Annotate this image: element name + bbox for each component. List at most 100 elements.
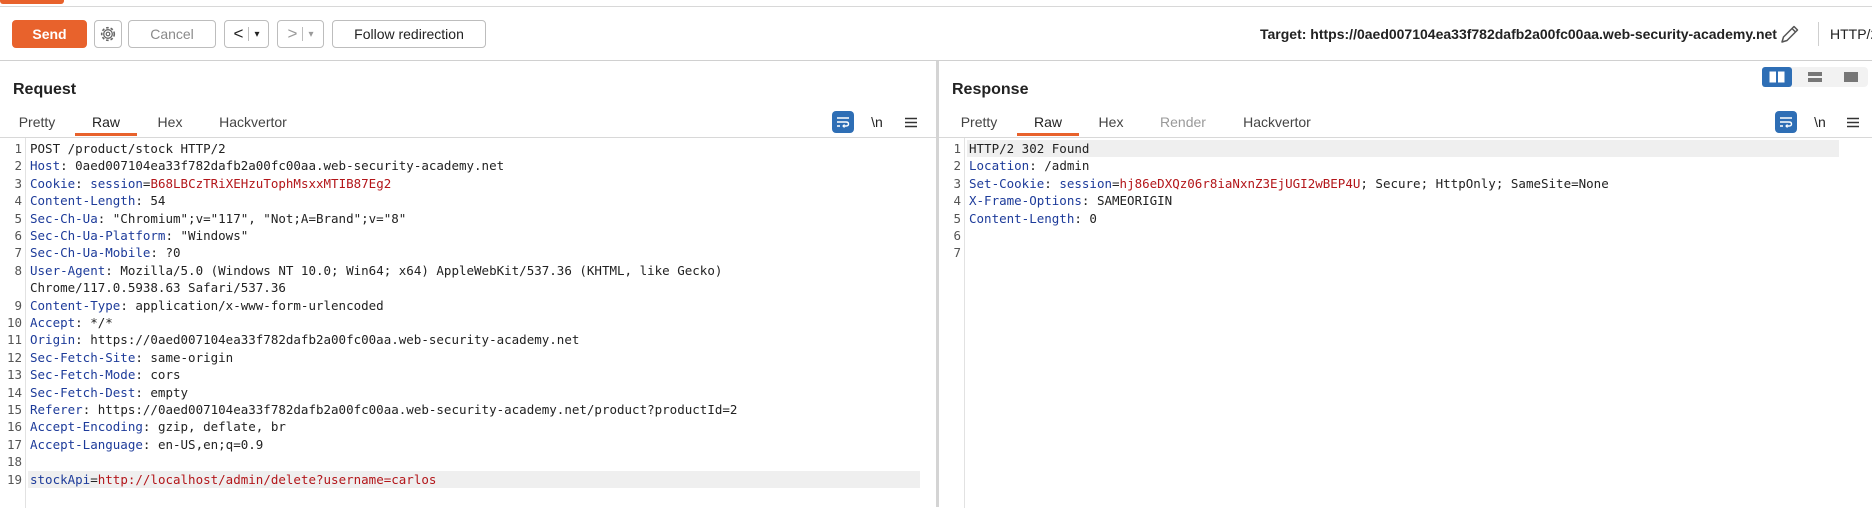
header-value: : application/x-www-form-urlencoded [120, 297, 384, 313]
code-line[interactable]: 3 Cookie: session=B68LBCzTRiXEHzuTophMsxx… [0, 175, 936, 192]
follow-redirection-button[interactable]: Follow redirection [332, 20, 486, 48]
line-content: Set-Cookie: session=hj86eDXQz06r8iaNxnZ3… [969, 175, 1609, 192]
code-line[interactable]: 18 [0, 453, 936, 470]
edit-target-button[interactable] [1778, 22, 1804, 46]
forward-dropdown-icon[interactable]: ▾ [308, 29, 313, 40]
line-content: Origin: https://0aed007104ea33f782dafb2a… [30, 331, 579, 348]
code-line[interactable]: 11 Origin: https://0aed007104ea33f782dafb… [0, 331, 936, 348]
response-title: Response [952, 81, 1029, 98]
code-line[interactable]: 3 Set-Cookie: session=hj86eDXQz06r8iaNxnZ… [939, 175, 1872, 192]
line-number: 15 [6, 402, 22, 417]
header-value: : https://0aed007104ea33f782dafb2a00fc00… [75, 332, 580, 348]
code-line[interactable]: 6 Sec-Ch-Ua-Platform: "Windows" [0, 227, 936, 244]
request-tab-hackvertor[interactable]: Hackvertor [210, 110, 296, 136]
response-tab-render[interactable]: Render [1153, 110, 1213, 136]
code-line[interactable]: 8 User-Agent: Mozilla/5.0 (Windows NT 10.… [0, 262, 936, 279]
response-tab-hex[interactable]: Hex [1091, 110, 1131, 136]
line-content: Location: /admin [969, 157, 1089, 174]
code-line[interactable]: 9 Content-Type: application/x-www-form-ur… [0, 297, 936, 314]
code-line[interactable]: 1 POST /product/stock HTTP/2 [0, 140, 936, 157]
header-name: Sec-Ch-Ua-Mobile [30, 245, 151, 261]
code-line[interactable]: Chrome/117.0.5938.63 Safari/537.36 [0, 279, 936, 296]
forward-separator [302, 27, 304, 41]
header-name: session [90, 175, 143, 191]
header-value: HTTP/2 302 Found [969, 141, 1090, 156]
code-line[interactable]: 5 Content-Length: 0 [939, 210, 1872, 227]
line-content: Accept-Encoding: gzip, deflate, br [30, 418, 286, 435]
header-value: = [1112, 175, 1120, 191]
code-line[interactable]: 13 Sec-Fetch-Mode: cors [0, 366, 936, 383]
header-name: Sec-Fetch-Site [30, 349, 136, 365]
forward-button[interactable]: > ▾ [277, 20, 324, 48]
line-number: 10 [6, 315, 22, 330]
request-tab-hex[interactable]: Hex [150, 110, 190, 136]
code-line[interactable]: 19 stockApi=http://localhost/admin/delete… [0, 470, 936, 488]
code-line[interactable]: 14 Sec-Fetch-Dest: empty [0, 384, 936, 401]
line-content: Chrome/117.0.5938.63 Safari/537.36 [30, 279, 286, 296]
request-tab-raw[interactable]: Raw [75, 110, 137, 136]
code-line[interactable]: 1 HTTP/2 302 Found [939, 140, 1872, 157]
header-value: : 54 [135, 193, 166, 209]
active-repeater-tab-indicator[interactable] [0, 0, 64, 4]
line-number: 1 [14, 141, 22, 156]
line-number: 12 [6, 349, 22, 365]
send-button[interactable]: Send [12, 20, 87, 48]
top-tab-strip [0, 0, 1872, 7]
line-number: 9 [14, 297, 22, 313]
header-name: Set-Cookie [969, 175, 1045, 191]
code-line[interactable]: 6 [939, 227, 1872, 244]
response-editor[interactable]: 1 HTTP/2 302 Found 2 Location: /admin 3 Set-C… [939, 137, 1872, 508]
request-tab-pretty[interactable]: Pretty [12, 110, 62, 136]
response-wrap-lines-button[interactable] [1775, 111, 1797, 133]
code-line[interactable]: 15 Referer: https://0aed007104ea33f782daf… [0, 401, 936, 418]
request-wrap-lines-button[interactable] [832, 111, 854, 133]
header-value: : "Windows" [165, 228, 249, 243]
code-line[interactable]: 16 Accept-Encoding: gzip, deflate, br [0, 418, 936, 435]
line-content: Content-Length: 0 [969, 210, 1097, 227]
header-name: Accept [30, 315, 76, 330]
line-content: POST /product/stock HTTP/2 [30, 140, 226, 157]
back-button[interactable]: < ▾ [224, 20, 269, 48]
header-name: Host [30, 158, 61, 174]
response-tab-pretty[interactable]: Pretty [957, 110, 1001, 136]
response-tab-raw[interactable]: Raw [1017, 110, 1079, 136]
code-line[interactable]: 4 X-Frame-Options: SAMEORIGIN [939, 192, 1872, 209]
request-menu-button[interactable] [900, 111, 922, 133]
code-line[interactable]: 7 Sec-Ch-Ua-Mobile: ?0 [0, 244, 936, 261]
code-line[interactable]: 2 Location: /admin [939, 157, 1872, 174]
forward-arrow-icon: > [287, 24, 298, 43]
request-editor[interactable]: 1 POST /product/stock HTTP/2 2 Host: 0aed00… [0, 137, 936, 508]
line-number: 17 [6, 436, 22, 452]
code-line[interactable]: 4 Content-Length: 54 [0, 192, 936, 209]
settings-button[interactable] [94, 20, 122, 48]
header-value: : same-origin [135, 349, 234, 365]
pencil-icon [1781, 25, 1799, 43]
line-content: X-Frame-Options: SAMEORIGIN [969, 192, 1172, 209]
code-line[interactable]: 10 Accept: */* [0, 314, 936, 331]
code-line[interactable]: 12 Sec-Fetch-Site: same-origin [0, 349, 936, 366]
line-number: 13 [6, 367, 22, 383]
cancel-button[interactable]: Cancel [128, 20, 216, 48]
request-newline-toggle[interactable]: \n [866, 111, 888, 133]
toolbar-separator [1818, 22, 1819, 46]
line-number: 5 [14, 210, 22, 226]
line-content: Sec-Ch-Ua-Platform: "Windows" [30, 227, 248, 244]
request-tabs: Pretty Raw Hex Hackvertor [0, 110, 936, 136]
wrap-lines-icon [1780, 117, 1793, 128]
header-value: : */* [75, 315, 113, 330]
header-name: Referer [30, 402, 83, 417]
line-number: 4 [953, 193, 961, 209]
line-content: User-Agent: Mozilla/5.0 (Windows NT 10.0… [30, 262, 722, 279]
code-line[interactable]: 2 Host: 0aed007104ea33f782dafb2a00fc00aa.… [0, 157, 936, 174]
response-menu-button[interactable] [1842, 111, 1864, 133]
back-dropdown-icon[interactable]: ▾ [254, 29, 259, 40]
header-value: : gzip, deflate, br [142, 419, 286, 435]
request-pane: Request Pretty Raw Hex Hackvertor \n 1 PO… [0, 61, 936, 508]
response-tab-hackvertor[interactable]: Hackvertor [1237, 110, 1317, 136]
code-line[interactable]: 17 Accept-Language: en-US,en;q=0.9 [0, 436, 936, 453]
http-version-selector[interactable]: HTTP/2 [1830, 23, 1872, 45]
header-value: : https://0aed007104ea33f782dafb2a00fc00… [82, 402, 738, 417]
code-line[interactable]: 5 Sec-Ch-Ua: "Chromium";v="117", "Not;A=B… [0, 210, 936, 227]
code-line[interactable]: 7 [939, 244, 1872, 261]
response-newline-toggle[interactable]: \n [1809, 111, 1831, 133]
